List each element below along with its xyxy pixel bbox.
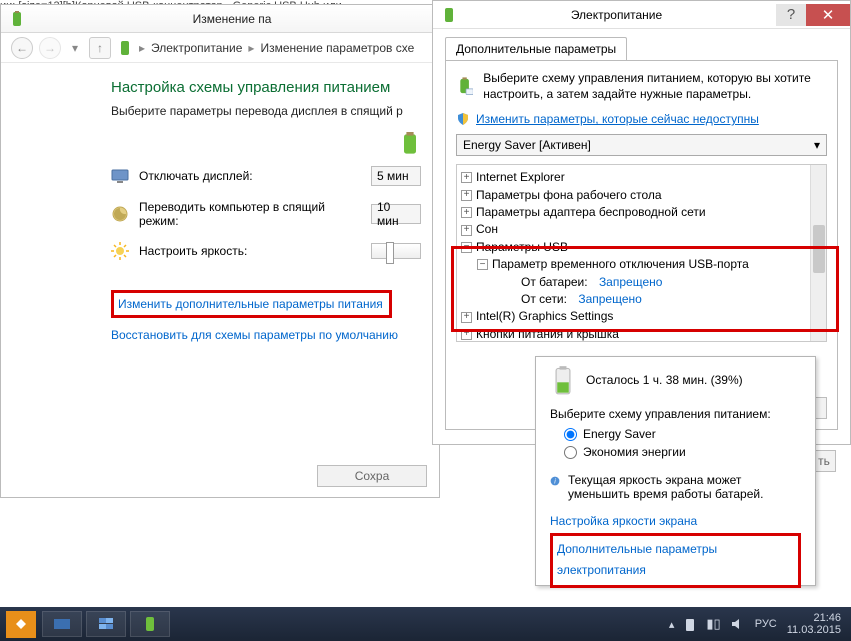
- taskbar: ▴ ▮▯ РУС 21:46 11.03.2015: [0, 607, 851, 641]
- tray-chevron-up-icon[interactable]: ▴: [669, 618, 675, 631]
- usb-ac-label: От сети:: [521, 291, 567, 308]
- restore-defaults-link[interactable]: Восстановить для схемы параметры по умол…: [111, 328, 398, 342]
- task-item[interactable]: [42, 611, 82, 637]
- nav-forward-button[interactable]: →: [39, 37, 61, 59]
- tray-battery-icon[interactable]: [684, 617, 696, 631]
- radio-economy[interactable]: Экономия энергии: [564, 445, 801, 459]
- brightness-warning-text: Текущая яркость экрана может уменьшить в…: [568, 473, 801, 501]
- plan-settings-window: Изменение па ← → ▾ ↑ ▸ Электропитание ▸ …: [0, 4, 440, 498]
- expand-icon[interactable]: +: [461, 329, 472, 340]
- usb-battery-value[interactable]: Запрещено: [599, 274, 662, 291]
- usb-battery-label: От батареи:: [521, 274, 588, 291]
- battery-icon: [550, 365, 576, 395]
- tree-item-ie[interactable]: Internet Explorer: [476, 169, 565, 186]
- tree-item-sleep[interactable]: Сон: [476, 221, 498, 238]
- collapse-icon[interactable]: −: [461, 242, 472, 253]
- highlight-box-advanced: Изменить дополнительные параметры питани…: [111, 290, 392, 318]
- display-off-label: Отключать дисплей:: [139, 169, 361, 183]
- start-icon: [14, 617, 28, 631]
- nav-back-button[interactable]: ←: [11, 37, 33, 59]
- tab-advanced[interactable]: Дополнительные параметры: [445, 37, 627, 60]
- battery-remaining-label: Осталось 1 ч. 38 мин. (39%): [586, 373, 743, 387]
- tray-volume-icon[interactable]: [731, 618, 745, 630]
- page-title: Настройка схемы управления питанием: [111, 79, 421, 96]
- task-item[interactable]: [86, 611, 126, 637]
- radio-input[interactable]: [564, 428, 577, 441]
- save-button[interactable]: Сохра: [317, 465, 427, 487]
- info-icon: i: [550, 473, 560, 489]
- window-title: Электропитание: [457, 8, 776, 22]
- radio-label: Экономия энергии: [583, 445, 686, 459]
- battery-task-icon: [142, 615, 158, 633]
- battery-popup: Осталось 1 ч. 38 мин. (39%) Выберите схе…: [535, 356, 816, 586]
- tree-item-usb[interactable]: Параметры USB: [476, 239, 568, 256]
- expand-icon[interactable]: +: [461, 207, 472, 218]
- unlock-settings-link[interactable]: Изменить параметры, которые сейчас недос…: [476, 112, 759, 126]
- help-button[interactable]: ?: [776, 4, 806, 26]
- display-off-value[interactable]: 5 мин: [371, 166, 421, 186]
- breadcrumb-power[interactable]: Электропитание: [151, 41, 242, 55]
- expand-icon[interactable]: +: [461, 312, 472, 323]
- usb-ac-value[interactable]: Запрещено: [578, 291, 641, 308]
- scheme-select[interactable]: Energy Saver [Активен] ▾: [456, 134, 827, 156]
- nav-history-button[interactable]: ▾: [67, 37, 83, 59]
- tray-time[interactable]: 21:46: [787, 612, 841, 624]
- power-plan-icon: [456, 71, 473, 101]
- expand-icon[interactable]: +: [461, 190, 472, 201]
- sleep-label: Переводить компьютер в спящий режим:: [139, 200, 361, 228]
- tree-item-intel[interactable]: Intel(R) Graphics Settings: [476, 308, 613, 325]
- radio-input[interactable]: [564, 446, 577, 459]
- chevron-down-icon: ▾: [814, 138, 820, 152]
- tree-item-wallpaper[interactable]: Параметры фона рабочего стола: [476, 187, 662, 204]
- nav-up-button[interactable]: ↑: [89, 37, 111, 59]
- crumb-sep-icon: ▸: [248, 41, 254, 55]
- power-icon: [117, 40, 133, 56]
- scheme-selected-label: Energy Saver [Активен]: [463, 138, 591, 152]
- advanced-power-link[interactable]: Изменить дополнительные параметры питани…: [118, 297, 383, 311]
- tree-item-usb-suspend[interactable]: Параметр временного отключения USB-порта: [492, 256, 749, 273]
- sleep-value[interactable]: 10 мин: [371, 204, 421, 224]
- hint-text: Выберите схему управления питанием, кото…: [483, 71, 827, 102]
- window-title: Изменение па: [33, 12, 431, 26]
- brightness-slider[interactable]: [371, 243, 421, 259]
- shield-icon: [456, 112, 470, 126]
- crumb-sep-icon: ▸: [139, 41, 145, 55]
- radio-label: Energy Saver: [583, 427, 656, 441]
- tree-item-wifi[interactable]: Параметры адаптера беспроводной сети: [476, 204, 706, 221]
- display-off-icon: [111, 167, 129, 185]
- settings-tree[interactable]: + Internet Explorer + Параметры фона рабоч…: [456, 164, 827, 342]
- tree-item-lid[interactable]: Кнопки питания и крышка: [476, 326, 619, 342]
- breadcrumb-page: Изменение параметров схе: [260, 41, 414, 55]
- app-icon: [53, 617, 71, 631]
- system-tray: ▴ ▮▯ РУС 21:46 11.03.2015: [659, 612, 851, 636]
- sleep-icon: [111, 205, 129, 223]
- tray-date[interactable]: 11.03.2015: [787, 624, 841, 636]
- start-button[interactable]: [6, 611, 36, 638]
- tree-scrollbar[interactable]: [810, 165, 826, 341]
- close-button[interactable]: ✕: [806, 4, 850, 26]
- radio-energy-saver[interactable]: Energy Saver: [564, 427, 801, 441]
- app-icon: [97, 617, 115, 631]
- expand-icon[interactable]: +: [461, 225, 472, 236]
- brightness-label: Настроить яркость:: [139, 244, 361, 258]
- power-icon: [441, 7, 457, 23]
- tray-network-icon[interactable]: ▮▯: [706, 616, 720, 632]
- collapse-icon[interactable]: −: [477, 259, 488, 270]
- ac-battery-icon: [399, 132, 421, 156]
- highlight-box-more-power: Дополнительные параметры электропитания: [550, 533, 801, 588]
- expand-icon[interactable]: +: [461, 172, 472, 183]
- task-item-power[interactable]: [130, 611, 170, 637]
- brightness-icon: [111, 242, 129, 260]
- more-power-options-link[interactable]: Дополнительные параметры электропитания: [557, 542, 717, 578]
- choose-scheme-hint: Выберите схему управления питанием:: [536, 403, 815, 427]
- brightness-settings-link[interactable]: Настройка яркости экрана: [550, 514, 697, 528]
- power-plan-icon: [9, 11, 25, 27]
- tray-language[interactable]: РУС: [755, 618, 777, 630]
- page-subtitle: Выберите параметры перевода дисплея в сп…: [111, 104, 421, 118]
